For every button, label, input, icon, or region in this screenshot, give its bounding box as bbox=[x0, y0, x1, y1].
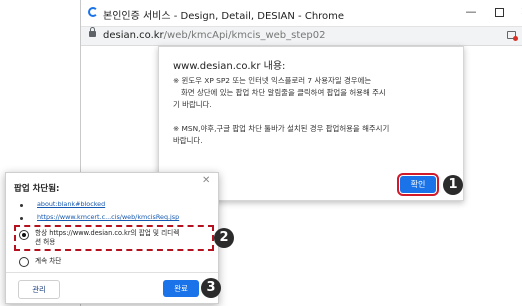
alert-line: ※ MSN,야후,구글 팝업 차단 툴바가 설치된 경우 팝업허용을 해주시기 bbox=[173, 124, 390, 133]
radio-allow[interactable] bbox=[19, 230, 29, 240]
popup-blocked-icon[interactable] bbox=[507, 31, 518, 41]
allow-label-line1: 항상 https://www.desian.co.kr의 팝업 및 리디렉 bbox=[35, 229, 180, 237]
allow-label-line2: 션 허용 bbox=[35, 238, 56, 246]
alert-line: 기 바랍니다. bbox=[173, 100, 212, 109]
alert-title: www.desian.co.kr 내용: bbox=[173, 61, 286, 72]
step-marker-1: 1 bbox=[443, 175, 463, 195]
maximize-icon bbox=[494, 7, 504, 17]
blocked-link-1[interactable]: about:blank#blocked bbox=[37, 200, 105, 208]
divider bbox=[6, 272, 218, 273]
alert-line: 바랍니다. bbox=[173, 136, 203, 145]
radio-allow-label[interactable]: 항상 https://www.desian.co.kr의 팝업 및 리디렉 션 … bbox=[35, 229, 179, 247]
url-text[interactable]: desian.co.kr/web/kmcApi/kmcis_web_step02 bbox=[103, 30, 326, 41]
alert-line: 화면 상단에 있는 팝업 차단 알림줄을 클릭하여 팝업을 허용해 주시 bbox=[181, 88, 386, 97]
loading-spinner-icon bbox=[88, 7, 98, 17]
close-window-button[interactable]: ✕ bbox=[515, 3, 522, 21]
radio-block-label[interactable]: 계속 차단 bbox=[35, 257, 61, 266]
step-marker-2: 2 bbox=[214, 228, 234, 248]
ok-button[interactable]: 확인 bbox=[397, 173, 439, 196]
alert-message: ※ 윈도우 XP SP2 또는 인터넷 익스플로러 7 사용자일 경우에는 화면… bbox=[173, 75, 449, 147]
bullet-icon bbox=[20, 217, 23, 220]
url-host: desian.co.kr bbox=[103, 30, 164, 41]
window-title: 본인인증 서비스 - Design, Detail, DESIAN - Chro… bbox=[103, 11, 345, 22]
title-bar: 본인인증 서비스 - Design, Detail, DESIAN - Chro… bbox=[81, 0, 522, 27]
bubble-close-button[interactable]: ✕ bbox=[202, 175, 210, 186]
step-marker-3: 3 bbox=[201, 278, 221, 298]
manage-button[interactable]: 관리 bbox=[18, 280, 60, 299]
lock-icon[interactable] bbox=[89, 27, 96, 37]
bullet-icon bbox=[20, 204, 23, 207]
minimize-button[interactable]: — bbox=[461, 3, 481, 21]
alert-line: ※ 윈도우 XP SP2 또는 인터넷 익스플로러 7 사용자일 경우에는 bbox=[173, 76, 372, 85]
blocked-link-2[interactable]: https://www.kmcert.c...cis/web/kmcisReq.… bbox=[37, 213, 179, 221]
url-path: /web/kmcApi/kmcis_web_step02 bbox=[163, 30, 326, 41]
popup-blocked-bubble: 팝업 차단됨: ✕ about:blank#blocked https://ww… bbox=[5, 172, 219, 304]
bubble-title: 팝업 차단됨: bbox=[14, 184, 60, 194]
radio-block[interactable] bbox=[19, 257, 29, 267]
maximize-button[interactable] bbox=[489, 3, 509, 21]
done-button[interactable]: 완료 bbox=[163, 280, 199, 297]
address-bar[interactable]: desian.co.kr/web/kmcApi/kmcis_web_step02 bbox=[81, 27, 522, 46]
